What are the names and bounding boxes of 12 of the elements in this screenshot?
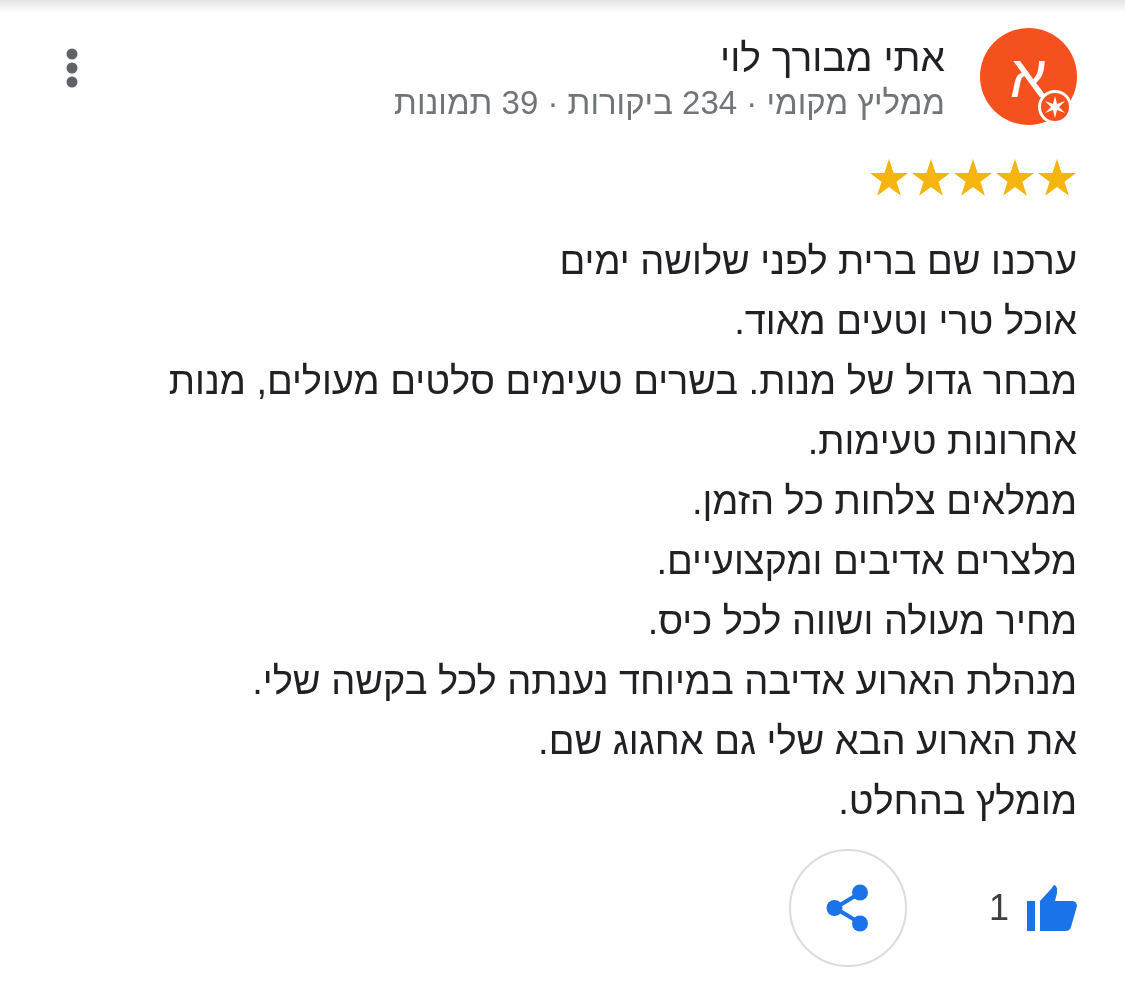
star-filled-icon (995, 159, 1035, 197)
star-filled-icon (869, 159, 909, 197)
star-filled-icon (911, 159, 951, 197)
thumbs-up-icon[interactable] (1027, 885, 1077, 931)
more-options-icon (66, 48, 78, 88)
star-filled-icon (953, 159, 993, 197)
reviewer-name[interactable]: אתי מבורך לוי (394, 36, 945, 80)
share-icon (825, 884, 870, 932)
star-filled-icon (1037, 159, 1077, 197)
like-count: 1 (988, 887, 1009, 929)
review-text: ערכנו שם ברית לפני שלושה ימים אוכל טרי וטעים מאוד. מבחר גדול של מנות. בשרים טעימים סלטים מעולים, מנות אחרונות טעימות. ממלאים צלחות כל הזמן. מלצרים אדיבים ומקצועיים. מחיר מעולה ושווה לכל כיס. מנהלת הארוע אדיבה במיוחד נענתה לכל בקשה שלי. את הארוע הבא שלי גם אחגוג שם. מומלץ בהחלט. (167, 239, 1077, 824)
reviewer-meta: ממליץ מקומי · 234 ביקורות · 39 תמונות (394, 83, 945, 123)
